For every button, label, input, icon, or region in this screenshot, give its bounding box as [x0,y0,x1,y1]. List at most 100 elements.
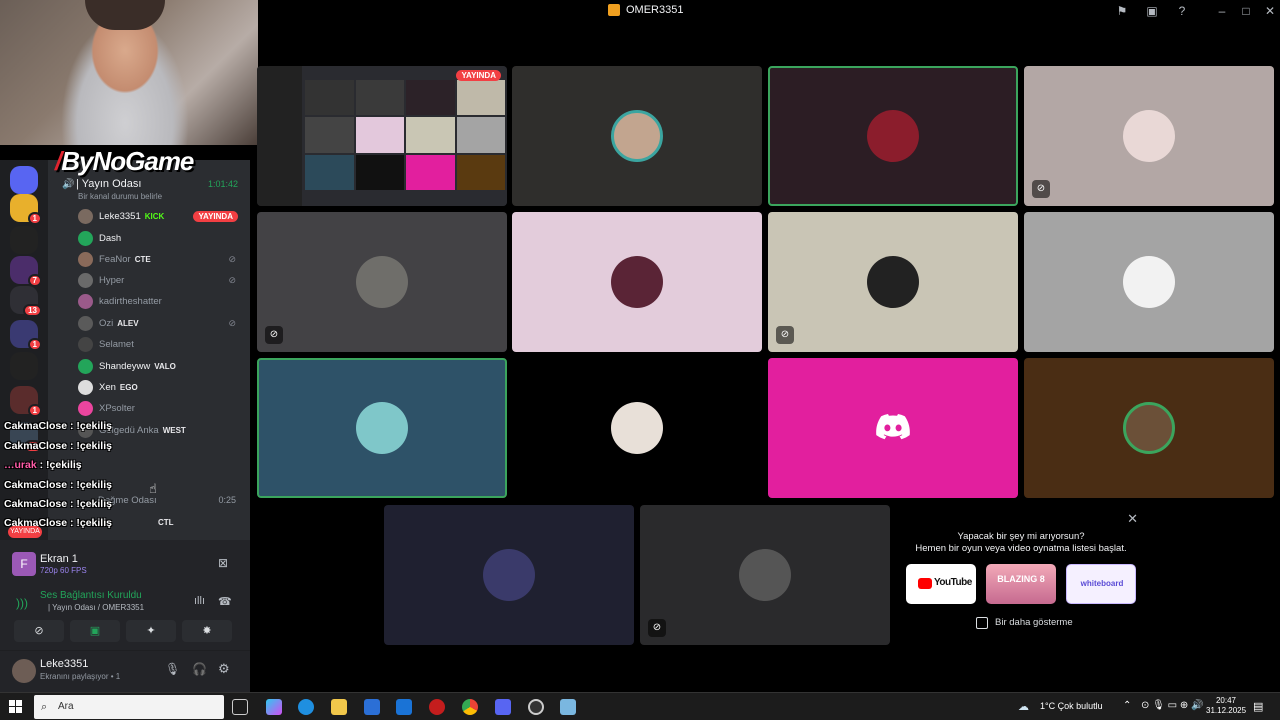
participant-tile[interactable] [1024,212,1274,352]
avatar [78,272,93,288]
tray-icons[interactable]: ⊙ 🎙 ▭ ⊕ 🔊 [1141,700,1203,711]
avatar [78,251,93,267]
voice-connection-sub: | Yayın Odası / OMER3351 [48,603,145,612]
activity-card-whiteboard[interactable]: whiteboard [1066,564,1136,604]
edge-icon[interactable] [298,699,314,715]
server-icon-5[interactable]: 1 [10,320,42,351]
minimize-icon[interactable]: – [1214,3,1230,19]
voice-user[interactable]: Dash [78,228,246,248]
avatar [1123,256,1175,308]
activities-button[interactable]: ✦ [126,620,176,642]
participant-tile[interactable]: ⊘ [640,505,890,645]
voice-connection-title[interactable]: Ses Bağlantısı Kuruldu [40,590,142,601]
avatar [78,208,93,224]
participant-tile[interactable] [384,505,634,645]
close-icon[interactable]: ✕ [1262,3,1278,19]
activity-card-youtube[interactable]: YouTube [906,564,976,604]
user-panel: Leke3351 Ekranını paylaşıyor • 1 🎙 🎧 ⚙ [0,650,250,692]
tray-chevron-icon[interactable]: ⌃ [1123,700,1131,711]
voice-user[interactable]: Shandeyww VALO [78,356,246,376]
help-icon[interactable]: ? [1174,3,1190,19]
participant-tile[interactable]: ⊘ [257,212,507,352]
voice-user[interactable]: Hyper ⊘ [78,270,246,290]
taskbar-search[interactable]: ⌕ Ara [34,695,224,719]
obs-icon[interactable] [528,699,544,715]
user-name: Ozi [99,317,114,329]
flag-icon[interactable]: ⚑ [1114,3,1130,19]
voice-user[interactable]: kadirtheshatter [78,291,246,311]
server-icon-3[interactable]: 7 [10,256,42,287]
participant-tile-speaking[interactable] [768,66,1018,206]
opera-icon[interactable] [429,699,445,715]
user-name: Leke3351 [40,658,89,670]
notepad-icon[interactable] [560,699,576,715]
weather-text[interactable]: 1°C Çok bulutlu [1040,701,1103,711]
voice-user[interactable]: FeaNor CTE ⊘ [78,249,246,269]
chat-user: CakmaClose [4,440,68,452]
voice-user[interactable]: XPsolter [78,398,246,418]
task-view-icon[interactable] [232,699,248,715]
window-title: OMER3351 [608,4,683,16]
user-name: Shandeyww [99,360,151,372]
user-tag: EGO [119,382,138,392]
hand-cursor-icon: ☝ [149,481,157,496]
participant-tile[interactable] [1024,358,1274,498]
server-icon-6[interactable] [10,352,38,380]
participant-tile[interactable] [512,358,762,498]
avatar [1123,110,1175,162]
stop-share-icon[interactable]: ⊠ [218,556,228,570]
discord-taskbar-icon[interactable] [495,699,511,715]
speaker-icon: 🔊 [62,179,75,190]
user-name: Hyper [99,274,125,286]
clock[interactable]: 20:47 31.12.2025 [1206,696,1246,716]
server-icon-7[interactable]: 1 [10,386,42,417]
participant-tile[interactable]: ⊘ [1024,66,1274,206]
user-status: Ekranını paylaşıyor • 1 [40,672,121,681]
dm-button[interactable] [10,166,38,194]
chat-message: !çekiliş [76,440,112,452]
voice-channel-header[interactable]: 🔊 | Yayın Odası 1:01:42 Bir kanal durumu… [62,178,248,204]
server-icon-4[interactable]: 13 [10,286,42,317]
camera-toggle-button[interactable]: ⊘ [14,620,64,642]
channel-status[interactable]: Bir kanal durumu belirle [78,192,162,201]
live-badge: YAYINDA [456,70,501,81]
screen-icon[interactable]: ▣ [1144,3,1160,19]
outlook-icon[interactable] [396,699,412,715]
store-icon[interactable] [364,699,380,715]
server-icon-1[interactable]: 1 [10,194,42,225]
screen-share-button[interactable]: ▣ [70,620,120,642]
avatar [356,402,408,454]
headphones-icon[interactable]: 🎧 [192,662,207,676]
dont-show-checkbox[interactable] [976,617,988,629]
user-tag: VALO [154,361,176,371]
soundboard-button[interactable]: ✸ [182,620,232,642]
notification-icon[interactable]: ▤ [1253,700,1263,713]
close-icon[interactable]: ✕ [1127,511,1138,527]
voice-user[interactable]: Selamet [78,334,246,354]
avatar [739,549,791,601]
participant-tile[interactable]: ⊘ [768,212,1018,352]
participant-tile[interactable] [512,66,762,206]
chrome-icon[interactable] [462,699,478,715]
stream-tile[interactable]: YAYINDA [257,66,507,206]
participant-tile[interactable] [512,212,762,352]
activity-card-label: BLAZING 8 [997,574,1045,584]
voice-user[interactable]: Ozi ALEV ⊘ [78,313,246,333]
noise-icon[interactable]: ıllı [194,595,205,607]
avatar[interactable] [12,659,36,683]
participant-tile-speaking[interactable] [257,358,507,498]
microphone-icon[interactable]: 🎙 [165,662,180,676]
settings-gear-icon[interactable]: ⚙ [218,661,230,677]
windows-start-icon[interactable] [9,700,22,713]
participant-tile[interactable] [768,358,1018,498]
maximize-icon[interactable]: □ [1238,3,1254,19]
copilot-icon[interactable] [266,699,282,715]
window-title-text: OMER3351 [626,4,684,16]
disconnect-icon[interactable]: ☎ [218,595,232,608]
voice-user[interactable]: Xen EGO [78,377,246,397]
file-explorer-icon[interactable] [331,699,347,715]
server-icon-2[interactable] [10,226,38,254]
activity-card-blazing8[interactable]: BLAZING 8 [986,564,1056,604]
voice-user[interactable]: Leke3351 KICK YAYINDA [78,206,246,226]
dont-show-label: Bir daha gösterme [995,617,1073,628]
